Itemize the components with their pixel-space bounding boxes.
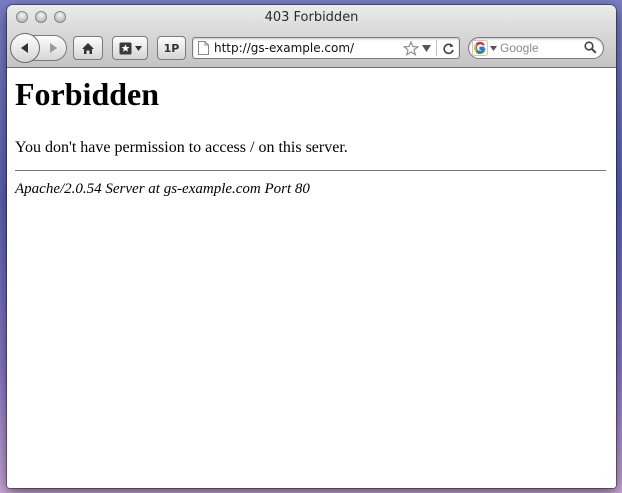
back-arrow-icon: [21, 43, 28, 53]
bookmark-star-icon: [119, 42, 131, 54]
onepassword-button[interactable]: 1P: [157, 36, 186, 60]
onepassword-label: 1P: [163, 41, 180, 55]
server-signature: Apache/2.0.54 Server at gs-example.com P…: [15, 181, 310, 197]
url-dropdown-icon[interactable]: [422, 44, 431, 52]
home-button[interactable]: [73, 36, 103, 60]
page-heading: Forbidden: [15, 76, 160, 112]
search-icon[interactable]: [584, 41, 597, 54]
search-field[interactable]: Google: [468, 37, 604, 59]
error-message: You don't have permission to access / on…: [15, 139, 348, 156]
nav-buttons: [10, 33, 67, 63]
reload-icon[interactable]: [442, 42, 455, 55]
bookmark-star-outline-icon[interactable]: [403, 40, 419, 56]
search-engine-dropdown-icon[interactable]: [490, 45, 497, 51]
title-bar: 403 Forbidden 1P http://gs-example.com/ …: [7, 5, 616, 68]
divider: [15, 170, 606, 171]
toolbar: 1P http://gs-example.com/ Google: [10, 33, 610, 63]
page-content: Forbidden You don't have permission to a…: [7, 68, 616, 488]
google-icon: [472, 40, 488, 56]
search-placeholder: Google: [500, 41, 539, 55]
browser-window: 403 Forbidden 1P http://gs-example.com/ …: [7, 5, 616, 488]
url-text[interactable]: http://gs-example.com/: [214, 41, 354, 55]
home-icon: [82, 42, 94, 54]
forward-arrow-icon: [50, 43, 57, 53]
forward-button[interactable]: [40, 36, 66, 60]
back-button[interactable]: [10, 33, 40, 63]
page-icon: [198, 41, 209, 55]
bookmarks-button[interactable]: [112, 36, 148, 60]
address-bar[interactable]: http://gs-example.com/: [192, 37, 460, 59]
chevron-down-icon: [134, 45, 142, 51]
window-title: 403 Forbidden: [264, 10, 359, 25]
